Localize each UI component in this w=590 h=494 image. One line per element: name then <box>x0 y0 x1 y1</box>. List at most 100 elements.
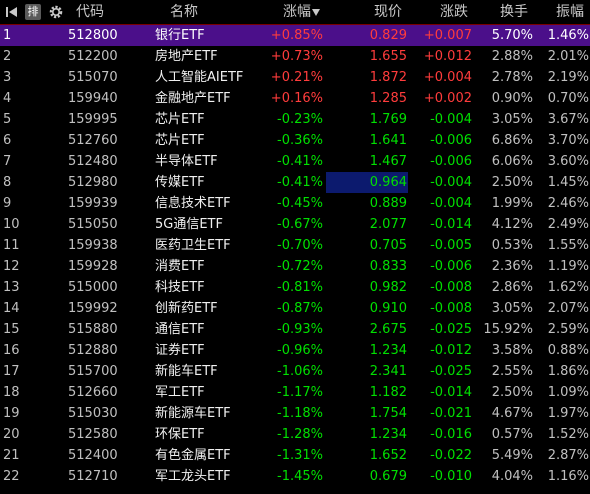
amplitude: 1.16% <box>547 469 589 484</box>
row-index: 19 <box>3 406 20 421</box>
column-header-price[interactable]: 现价 <box>374 0 402 24</box>
row-index: 7 <box>3 154 12 169</box>
current-price: 0.964 <box>369 175 407 190</box>
table-row[interactable]: 8 512980 传媒ETF -0.41% 0.964 -0.004 2.50% 1.45% <box>0 172 590 193</box>
row-index: 15 <box>3 322 20 337</box>
table-row[interactable]: 4 159940 金融地产ETF +0.16% 1.285 +0.002 0.90% 0.70… <box>0 88 590 109</box>
amplitude: 1.86% <box>547 364 589 379</box>
sort-button[interactable]: 排 <box>25 4 41 20</box>
fund-name: 人工智能AIETF <box>155 70 244 85</box>
fund-name: 芯片ETF <box>155 133 205 148</box>
table-row[interactable]: 2 512200 房地产ETF +0.73% 1.655 +0.012 2.88% 2.01% <box>0 46 590 67</box>
column-header-change[interactable]: 涨跌 <box>440 0 468 24</box>
change-percent: -0.67% <box>277 217 323 232</box>
table-row[interactable]: 21 512400 有色金属ETF -1.31% 1.652 -0.022 5.49% 2.8… <box>0 445 590 466</box>
table-row[interactable]: 14 159992 创新药ETF -0.87% 0.910 -0.008 3.05% 2.07… <box>0 298 590 319</box>
table-row[interactable]: 15 515880 通信ETF -0.93% 2.675 -0.025 15.92% 2.59… <box>0 319 590 340</box>
turnover-rate: 4.12% <box>491 217 533 232</box>
column-header-amplitude[interactable]: 振幅 <box>556 0 584 24</box>
price-change: -0.006 <box>430 154 472 169</box>
row-index: 14 <box>3 301 20 316</box>
fund-code: 512660 <box>68 385 118 400</box>
table-row[interactable]: 9 159939 信息技术ETF -0.45% 0.889 -0.004 1.99% 2.46… <box>0 193 590 214</box>
price-change: -0.004 <box>430 175 472 190</box>
change-percent: -0.41% <box>277 175 323 190</box>
fund-name: 半导体ETF <box>155 154 218 169</box>
price-change: -0.008 <box>430 301 472 316</box>
table-row[interactable]: 6 512760 芯片ETF -0.36% 1.641 -0.006 6.86% 3.70% <box>0 130 590 151</box>
first-page-icon[interactable] <box>4 4 20 20</box>
table-row[interactable]: 7 512480 半导体ETF -0.41% 1.467 -0.006 6.06% 3.60% <box>0 151 590 172</box>
table-row[interactable]: 17 515700 新能车ETF -1.06% 2.341 -0.025 2.55% 1.86… <box>0 361 590 382</box>
fund-code: 512710 <box>68 469 118 484</box>
turnover-rate: 2.55% <box>491 364 533 379</box>
amplitude: 1.52% <box>547 427 589 442</box>
table-row[interactable]: 20 512580 环保ETF -1.28% 1.234 -0.016 0.57% 1.52% <box>0 424 590 445</box>
etf-quote-table: 排 代码 名称 涨幅 现价 涨跌 换手 振幅 1 512800 银行ETF +0.85… <box>0 0 590 494</box>
fund-code: 512400 <box>68 448 118 463</box>
current-price: 1.641 <box>369 133 407 148</box>
table-row[interactable]: 10 515050 5G通信ETF -0.67% 2.077 -0.014 4.12% 2.4… <box>0 214 590 235</box>
amplitude: 1.46% <box>547 28 589 43</box>
fund-name: 科技ETF <box>155 280 205 295</box>
fund-name: 芯片ETF <box>155 112 205 127</box>
table-row[interactable]: 16 512880 证券ETF -0.96% 1.234 -0.012 3.58% 0.88% <box>0 340 590 361</box>
price-change: -0.014 <box>430 217 472 232</box>
row-index: 20 <box>3 427 20 442</box>
amplitude: 2.46% <box>547 196 589 211</box>
table-row[interactable]: 19 515030 新能源车ETF -1.18% 1.754 -0.021 4.67% 1.9… <box>0 403 590 424</box>
table-header: 排 代码 名称 涨幅 现价 涨跌 换手 振幅 <box>0 0 590 25</box>
current-price: 0.833 <box>369 259 407 274</box>
table-row[interactable]: 12 159928 消费ETF -0.72% 0.833 -0.006 2.36% 1.19% <box>0 256 590 277</box>
fund-code: 159939 <box>68 196 118 211</box>
table-row[interactable]: 13 515000 科技ETF -0.81% 0.982 -0.008 2.86% 1.62% <box>0 277 590 298</box>
fund-name: 信息技术ETF <box>155 196 231 211</box>
current-price: 2.675 <box>369 322 407 337</box>
current-price: 0.910 <box>369 301 407 316</box>
turnover-rate: 0.90% <box>491 91 533 106</box>
table-row[interactable]: 5 159995 芯片ETF -0.23% 1.769 -0.004 3.05% 3.67% <box>0 109 590 130</box>
change-percent: -1.45% <box>277 469 323 484</box>
amplitude: 1.45% <box>547 175 589 190</box>
fund-code: 512580 <box>68 427 118 442</box>
amplitude: 1.09% <box>547 385 589 400</box>
table-row[interactable]: 1 512800 银行ETF +0.85% 0.829 +0.007 5.70% 1.46% <box>0 25 590 46</box>
turnover-rate: 6.86% <box>491 133 533 148</box>
table-row[interactable]: 18 512660 军工ETF -1.17% 1.182 -0.014 2.50% 1.09% <box>0 382 590 403</box>
change-percent: +0.85% <box>270 28 323 43</box>
fund-name: 证券ETF <box>155 343 205 358</box>
table-row[interactable]: 22 512710 军工龙头ETF -1.45% 0.679 -0.010 4.04% 1.1… <box>0 466 590 487</box>
price-change: -0.025 <box>430 364 472 379</box>
change-percent: -0.93% <box>277 322 323 337</box>
column-header-name[interactable]: 名称 <box>170 0 198 24</box>
price-change: -0.010 <box>430 469 472 484</box>
current-price: 0.982 <box>369 280 407 295</box>
fund-code: 515000 <box>68 280 118 295</box>
row-index: 8 <box>3 175 12 190</box>
change-percent: -0.45% <box>277 196 323 211</box>
table-row[interactable]: 11 159938 医药卫生ETF -0.70% 0.705 -0.005 0.53% 1.5… <box>0 235 590 256</box>
column-header-pct-label: 涨幅 <box>283 4 311 20</box>
fund-name: 环保ETF <box>155 427 205 442</box>
amplitude: 1.19% <box>547 259 589 274</box>
column-header-turnover[interactable]: 换手 <box>500 0 528 24</box>
column-header-code[interactable]: 代码 <box>76 0 104 24</box>
fund-name: 新能车ETF <box>155 364 218 379</box>
row-index: 18 <box>3 385 20 400</box>
fund-code: 515050 <box>68 217 118 232</box>
fund-code: 512760 <box>68 133 118 148</box>
amplitude: 2.49% <box>547 217 589 232</box>
turnover-rate: 4.67% <box>491 406 533 421</box>
fund-code: 515070 <box>68 70 118 85</box>
settings-gear-icon[interactable] <box>48 4 64 20</box>
amplitude: 2.19% <box>547 70 589 85</box>
price-change: -0.012 <box>430 343 472 358</box>
change-percent: -1.17% <box>277 385 323 400</box>
table-row[interactable]: 3 515070 人工智能AIETF +0.21% 1.872 +0.004 2.78% 2.… <box>0 67 590 88</box>
price-change: -0.006 <box>430 133 472 148</box>
table-body: 1 512800 银行ETF +0.85% 0.829 +0.007 5.70% 1.46% 2… <box>0 25 590 487</box>
fund-name: 军工龙头ETF <box>155 469 231 484</box>
change-percent: -0.36% <box>277 133 323 148</box>
column-header-pct[interactable]: 涨幅 <box>283 0 320 24</box>
change-percent: -0.87% <box>277 301 323 316</box>
